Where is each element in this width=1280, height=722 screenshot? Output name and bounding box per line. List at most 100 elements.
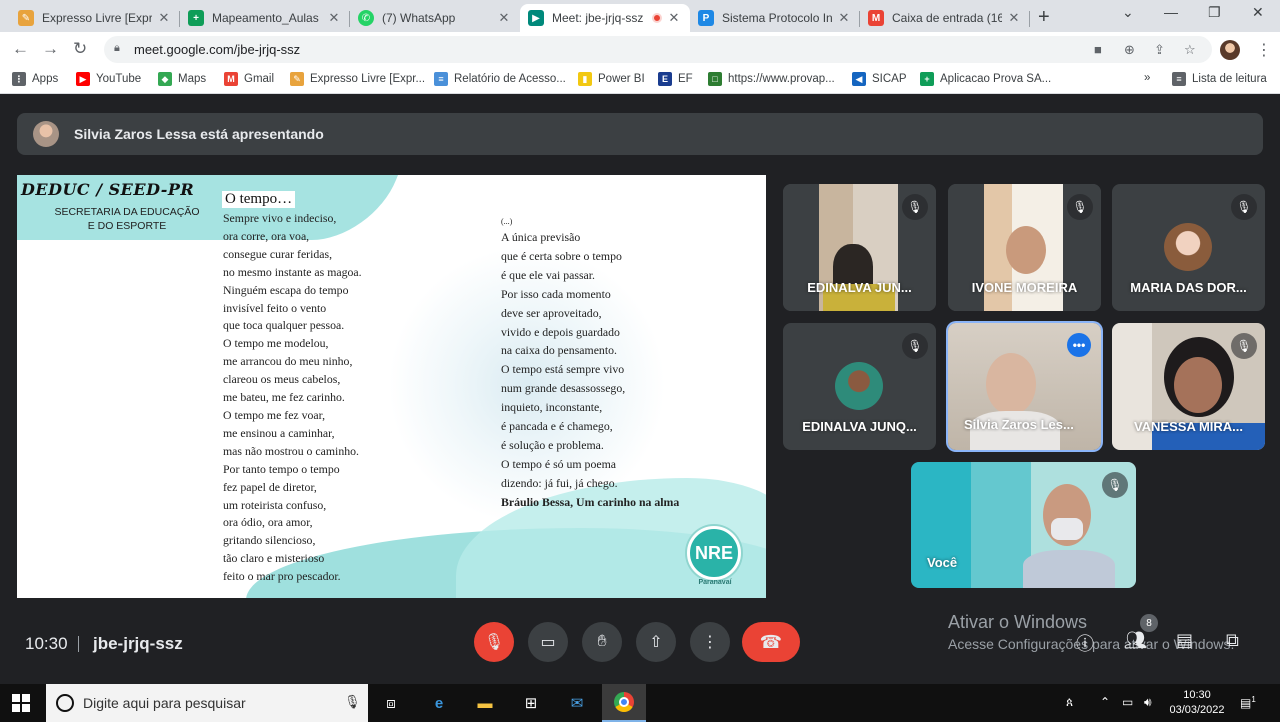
minimize-icon[interactable]: — [1164,4,1178,20]
lock-icon[interactable]: 🔒︎ [114,42,120,55]
presentation-slide: DEDUC / SEED-PR SECRETARIA DA EDUCAÇÃO E… [17,175,766,598]
back-arrow-icon[interactable]: ← [12,39,29,59]
poem-line: um roteirista confuso, [223,497,327,512]
poem-line: Por isso cada momento [501,286,611,301]
tab-gmail[interactable]: M Caixa de entrada (167 ✕ [860,4,1030,32]
bookmark-youtube[interactable]: ▶ YouTube [76,72,141,86]
participant-tile[interactable]: 🎙︎ EDINALVA JUNQ... [783,323,936,450]
mail-icon[interactable]: ✉ [566,692,588,714]
reload-icon[interactable]: ↻ [73,39,87,59]
bookmark-apps[interactable]: ⋮ Apps [12,72,58,86]
poem-credit: Bráulio Bessa, Um carinho na alma [501,494,680,509]
network-icon[interactable]: ▭ [1122,695,1133,709]
participant-tile[interactable]: 🎙︎ MARIA DAS DOR... [1112,184,1265,311]
bookmark-ef[interactable]: E EF [658,72,693,86]
bookmark-label: EF [678,73,693,85]
bookmark-provap[interactable]: □ https://www.provap... [708,72,835,86]
present-screen-button[interactable]: ⇧ [636,622,676,662]
tab-mapeamento[interactable]: + Mapeamento_Aulas c ✕ [180,4,350,32]
mic-toggle-button[interactable]: 🎙︎ [474,622,514,662]
microphone-icon[interactable]: 🎙︎ [344,694,361,710]
browser-toolbar: ← → ↻ 🔒︎ meet.google.com/jbe-jrjq-ssz ■ … [0,32,1280,66]
browser-menu-icon[interactable]: ⋮ [1256,40,1272,60]
file-explorer-icon[interactable]: ▬ [474,692,496,714]
close-icon[interactable]: ✕ [836,10,852,26]
tab-whatsapp[interactable]: ✆ (7) WhatsApp ✕ [350,4,520,32]
mic-off-icon: 🎙︎ [902,194,928,220]
poem-line: me arrancou do meu ninho, [223,354,353,369]
tab-protocolo[interactable]: P Sistema Protocolo Int ✕ [690,4,860,32]
activities-icon[interactable]: ⧉ [1226,630,1239,651]
bookmark-gmail[interactable]: M Gmail [224,72,274,86]
share-icon[interactable]: ⇪ [1154,42,1165,58]
tab-expresso[interactable]: ✎ Expresso Livre [Expresso ✕ [10,4,180,32]
poem-line: que toca qualquer pessoa. [223,318,345,333]
participant-tile[interactable]: 🎙︎ IVONE MOREIRA [948,184,1101,311]
task-view-icon[interactable]: ⧈ [380,692,402,714]
bookmark-relatorio[interactable]: ≡ Relatório de Acesso... [434,72,566,86]
address-bar[interactable]: 🔒︎ meet.google.com/jbe-jrjq-ssz ■ ⊕ ⇪ ☆ [104,36,1212,63]
poem-line: dizendo: já fui, já chego. [501,475,618,490]
tab-meet[interactable]: ▶ Meet: jbe-jrjq-ssz ✕ [520,4,690,32]
people-icon[interactable]: 👥︎ [1124,630,1147,651]
volume-icon[interactable]: 🔊︎ [1144,695,1152,710]
more-options-button[interactable]: ⋮ [690,622,730,662]
chrome-taskbar-button[interactable] [602,684,646,722]
zoom-icon[interactable]: ⊕ [1124,42,1135,58]
bookmark-maps[interactable]: ◆ Maps [158,72,206,86]
hand-icon: ✋︎ [597,633,607,650]
close-icon[interactable]: ✕ [1006,10,1022,26]
poem-line: fez papel de diretor, [223,479,317,494]
more-bookmarks-button[interactable]: » [1144,72,1150,84]
more-options-icon[interactable]: ••• [1067,333,1091,357]
participant-name: MARIA DAS DOR... [1130,280,1247,295]
camera-toggle-button[interactable]: ▭ [528,622,568,662]
new-tab-button[interactable]: + [1038,6,1050,29]
participant-tile-active-speaker[interactable]: ••• Silvia Zaros Les... [948,323,1101,450]
bookmark-label: Gmail [244,73,275,85]
store-icon[interactable]: ⊞ [520,692,542,714]
reading-list-button[interactable]: ≡ Lista de leitura [1172,72,1267,86]
people-tray-icon[interactable]: ጰ [1066,695,1073,710]
taskbar-clock[interactable]: 10:30 03/03/2022 [1168,688,1226,718]
camera-icon[interactable]: ■ [1094,42,1102,57]
poem-line: no mesmo instante as magoa. [223,264,362,279]
edge-icon[interactable]: e [428,692,450,714]
bookmark-aplicacao[interactable]: + Aplicacao Prova SA... [920,72,1051,86]
participant-name: EDINALVA JUN... [807,280,912,295]
restore-icon[interactable]: ❐ [1208,4,1221,21]
participant-tile[interactable]: 🎙︎ VANESSA MIRA... [1112,323,1265,450]
participant-tile[interactable]: 🎙︎ EDINALVA JUN... [783,184,936,311]
forward-arrow-icon[interactable]: → [42,39,59,59]
notification-center-icon[interactable]: ▤1 [1240,695,1256,710]
show-hidden-icons[interactable]: ⌃ [1100,695,1110,709]
close-window-icon[interactable]: ✕ [1252,4,1264,21]
bookmark-expresso[interactable]: ✎ Expresso Livre [Expr... [290,72,425,86]
present-icon: ⇧ [649,634,663,651]
bookmark-sicap[interactable]: ◀ SICAP [852,72,907,86]
bookmarks-bar: ⋮ Apps ▶ YouTube ◆ Maps M Gmail ✎ Expresso Li… [0,66,1280,94]
taskbar-search-box[interactable]: Digite aqui para pesquisar 🎙︎ [46,684,368,722]
windows-start-icon[interactable] [12,694,30,712]
bookmark-powerbi[interactable]: ▮ Power BI [578,72,645,86]
tab-search-icon[interactable]: ⌄ [1122,4,1134,21]
close-icon[interactable]: ✕ [666,10,682,26]
mic-off-icon: 🎙︎ [1231,333,1257,359]
poem-line: é pancada e é chamego, [501,419,613,434]
reading-list-icon: ≡ [1172,72,1186,86]
leave-call-button[interactable]: ☎︎ [742,622,800,662]
poem-line: deve ser aproveitado, [501,305,602,320]
participant-video [1006,226,1046,274]
poem-line: O tempo me modelou, [223,336,329,351]
close-icon[interactable]: ✕ [326,10,342,26]
close-icon[interactable]: ✕ [496,10,512,26]
self-view-tile[interactable]: 🎙︎ Você [911,462,1136,588]
meeting-info-icon[interactable]: ⓘ [1076,630,1094,656]
profile-avatar[interactable] [1220,40,1240,60]
bookmark-star-icon[interactable]: ☆ [1184,42,1196,58]
logo-sub-line: SECRETARIA DA EDUCAÇÃO [54,206,200,218]
chat-icon[interactable]: ▤ [1176,630,1193,651]
people-count-badge: 8 [1140,614,1158,632]
close-icon[interactable]: ✕ [156,10,172,26]
raise-hand-button[interactable]: ✋︎ [582,622,622,662]
